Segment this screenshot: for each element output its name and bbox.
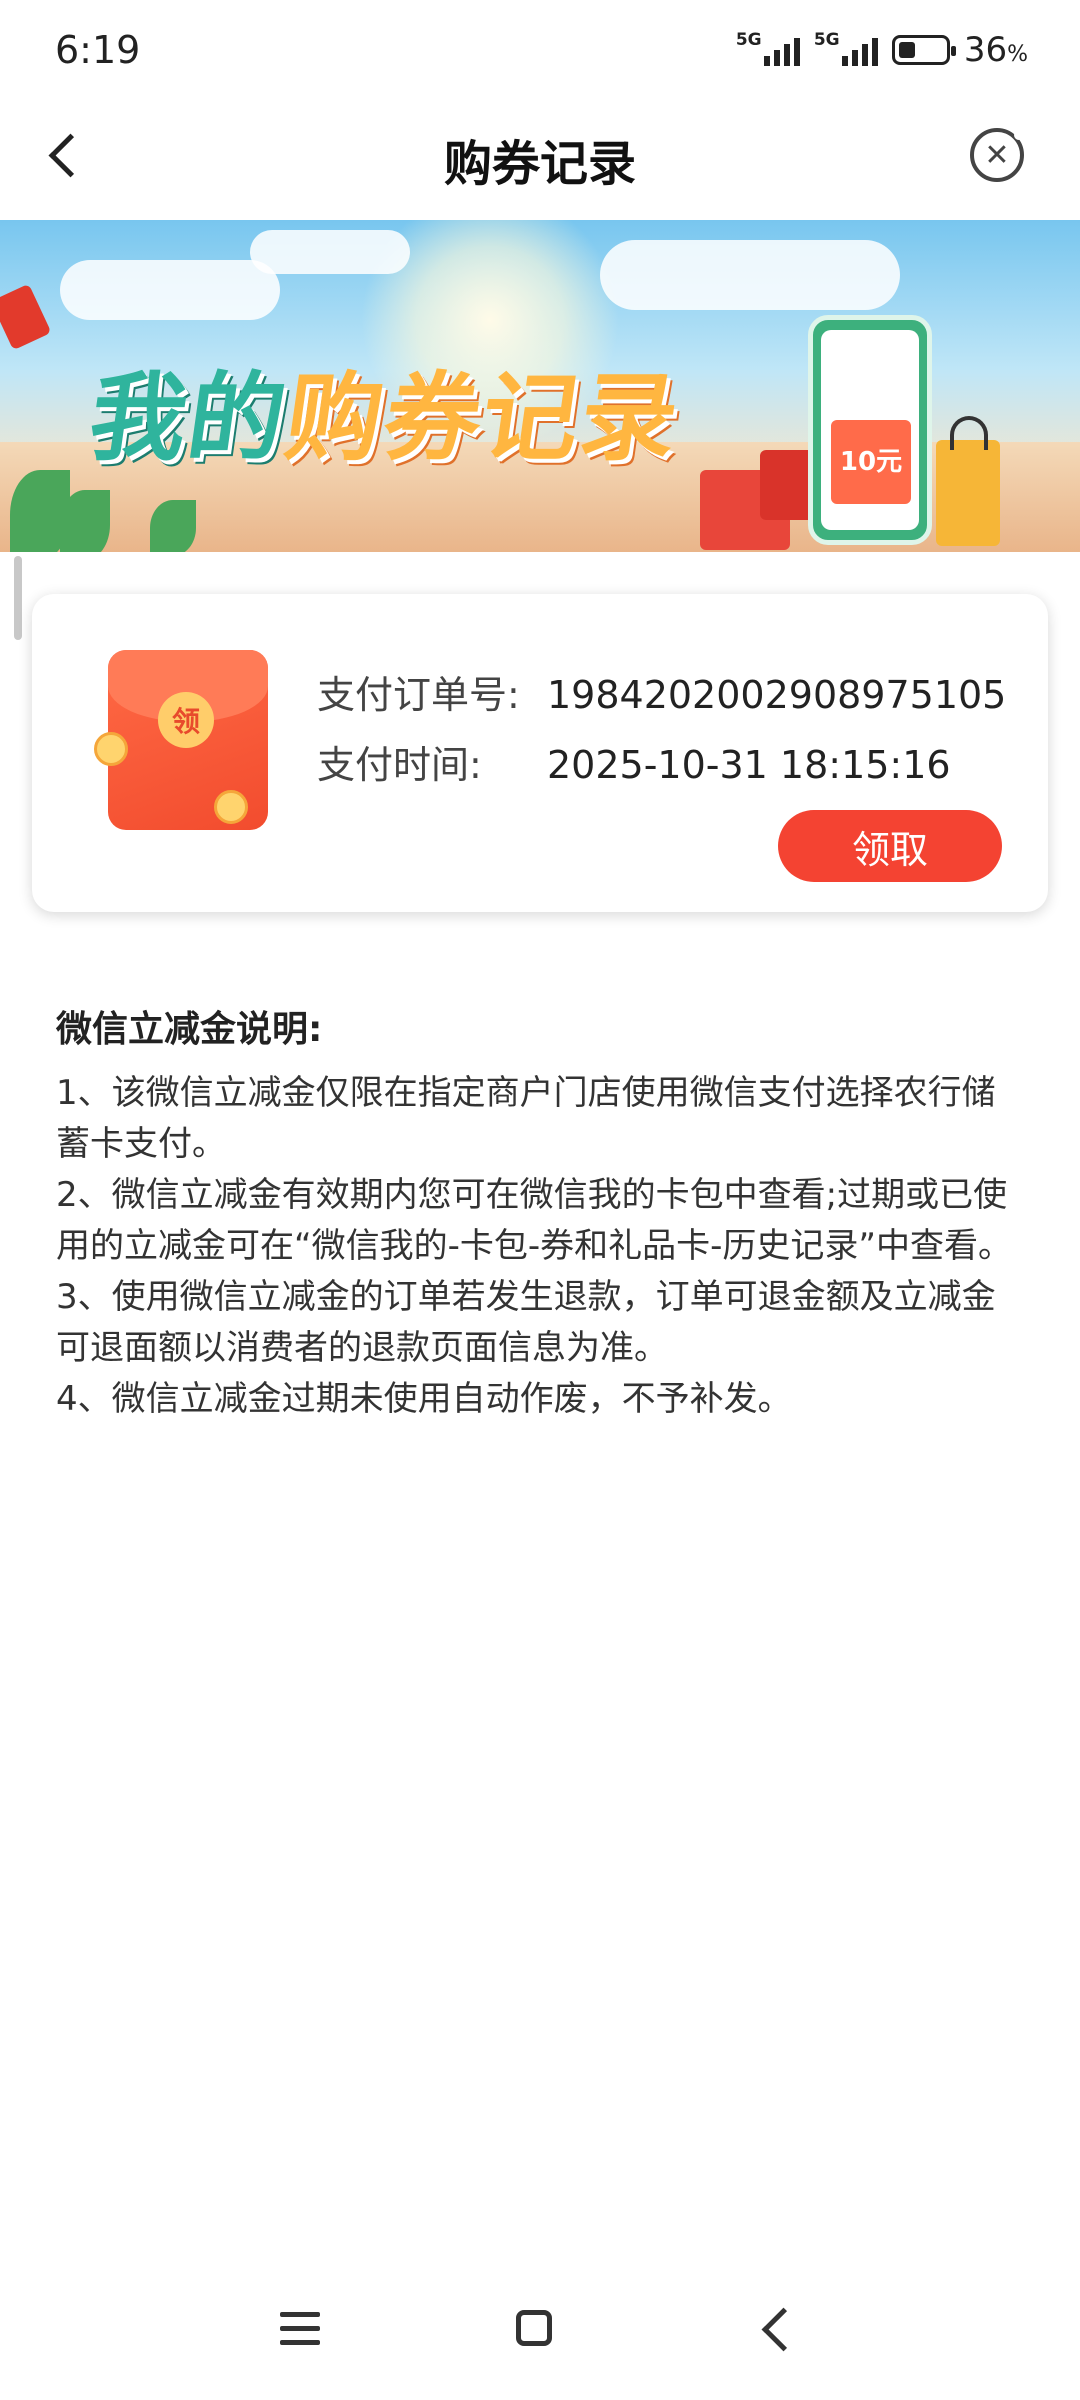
payment-time-label: 支付时间:: [317, 743, 482, 787]
shopping-bag-illustration: [936, 416, 1000, 546]
banner-title: 我的购券记录: [82, 362, 687, 474]
scroll-indicator: [14, 556, 22, 640]
claim-button[interactable]: 领取: [778, 810, 1002, 882]
back-icon[interactable]: [761, 2307, 806, 2352]
cellular-signal-icon: 5G: [814, 30, 878, 70]
instruction-item: 1、该微信立减金仅限在指定商户门店使用微信支付选择农行储蓄卡支付。: [56, 1073, 996, 1164]
top-nav-bar: 购券记录 ✕: [0, 100, 1080, 220]
red-packet-illustration: [0, 283, 52, 351]
menu-icon[interactable]: [280, 2312, 320, 2346]
instruction-item: 4、微信立减金过期未使用自动作废，不予补发。: [56, 1379, 792, 1419]
payment-time-value: 2025-10-31 18:15:16: [547, 743, 951, 787]
status-icons: 5G 5G 36%: [736, 30, 1028, 70]
coupon-instructions: 微信立减金说明: 1、该微信立减金仅限在指定商户门店使用微信支付选择农行储蓄卡支…: [56, 1000, 1026, 1425]
page-title: 购券记录: [443, 136, 636, 192]
phone-illustration: 10元: [808, 315, 932, 545]
instructions-title: 微信立减金说明:: [56, 1009, 323, 1050]
payment-time-row: 支付时间: 2025-10-31 18:15:16: [317, 734, 951, 789]
order-number-value: 1984202002908975105: [547, 673, 1007, 717]
instruction-item: 2、微信立减金有效期内您可在微信我的卡包中查看;过期或已使用的立减金可在“微信我…: [56, 1175, 1013, 1266]
coupon-illustration: 10元: [831, 420, 911, 504]
coupon-record-card: 领 支付订单号: 1984202002908975105 支付时间: 2025-10…: [32, 594, 1048, 912]
promo-banner: 我的购券记录 10元: [0, 220, 1080, 552]
battery-percentage: 36%: [963, 30, 1028, 70]
instruction-item: 3、使用微信立减金的订单若发生退款，订单可退金额及立减金可退面额以消费者的退款页…: [56, 1277, 996, 1368]
order-number-row: 支付订单号: 1984202002908975105: [317, 664, 1006, 719]
status-time: 6:19: [55, 28, 141, 72]
close-button[interactable]: ✕: [970, 128, 1024, 182]
home-icon[interactable]: [516, 2310, 552, 2346]
system-nav-bar: [0, 2280, 1080, 2390]
order-number-label: 支付订单号:: [317, 673, 520, 717]
close-icon: ✕: [984, 137, 1010, 173]
cellular-signal-icon: 5G: [736, 30, 800, 70]
battery-icon: [891, 35, 956, 65]
status-bar: 6:19 5G 5G 36%: [0, 0, 1080, 100]
